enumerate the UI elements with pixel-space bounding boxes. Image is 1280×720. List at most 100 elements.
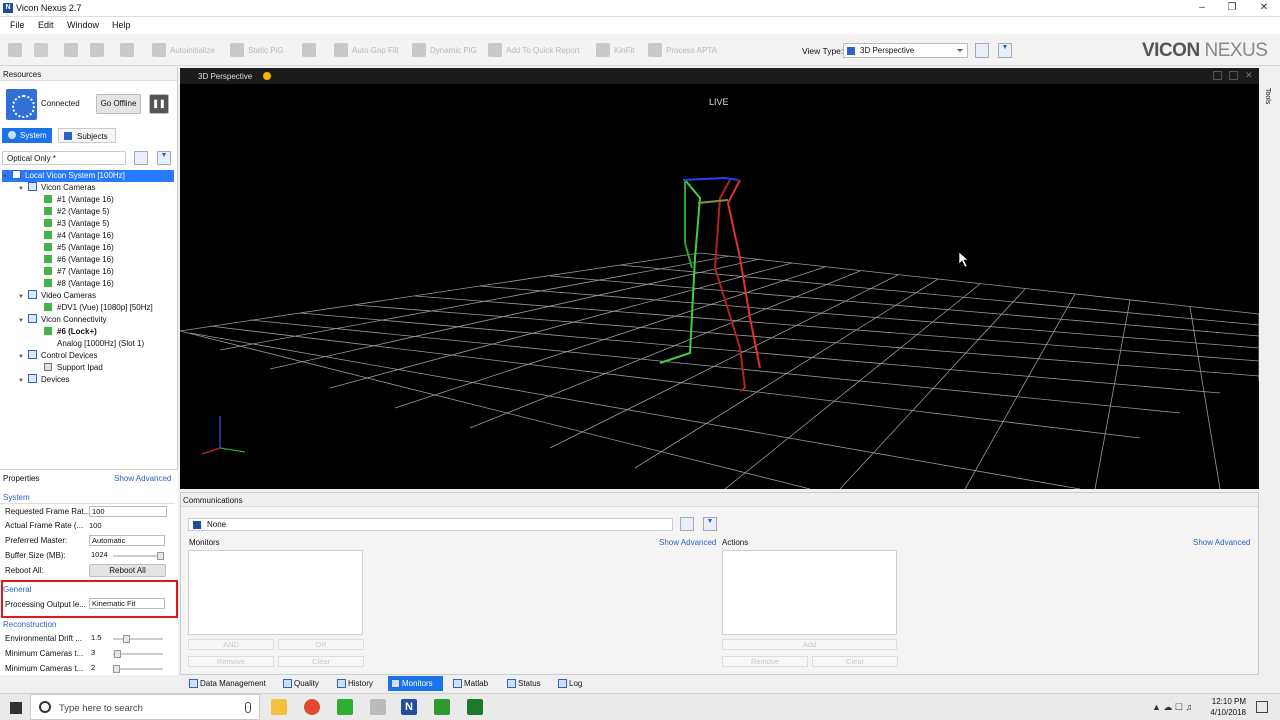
viewport-close-icon[interactable]: ✕ — [1245, 70, 1253, 81]
tree-item-lock[interactable]: #6 (Lock+) — [44, 326, 97, 338]
min-cameras-grow-value[interactable]: 2 — [89, 663, 111, 674]
tab-subjects[interactable]: Subjects — [58, 128, 116, 143]
tree-item-camera-5[interactable]: #5 (Vantage 16) — [44, 242, 114, 254]
autoinitialize-button[interactable]: Autoinitialize — [152, 42, 215, 58]
close-trial-icon[interactable] — [34, 42, 52, 58]
auto-gap-fill-button[interactable]: Auto Gap Fill — [334, 42, 398, 58]
min-cameras-start-value[interactable]: 3 — [89, 648, 111, 659]
save-view-icon[interactable] — [975, 43, 989, 58]
environmental-drift-slider[interactable] — [113, 635, 163, 643]
buffer-size-value[interactable]: 1024 — [89, 550, 111, 561]
clear-monitor-button[interactable]: Clear — [278, 656, 364, 667]
buffer-size-slider[interactable] — [113, 552, 164, 560]
pause-button[interactable]: ❚❚ — [149, 94, 169, 114]
tab-history[interactable]: History — [334, 676, 380, 691]
go-offline-button[interactable]: Go Offline — [96, 94, 141, 114]
clear-action-button[interactable]: Clear — [812, 656, 898, 667]
tree-item-camera-7[interactable]: #7 (Vantage 16) — [44, 266, 114, 278]
redo-icon[interactable] — [90, 42, 108, 58]
menu-edit[interactable]: Edit — [38, 20, 54, 30]
app-c2-icon[interactable] — [467, 699, 483, 715]
save-filter-icon[interactable] — [134, 151, 148, 165]
tree-item-vicon-connectivity[interactable]: ▼ Vicon Connectivity — [18, 314, 107, 326]
actions-show-advanced-link[interactable]: Show Advanced — [1193, 538, 1250, 547]
communications-select[interactable]: None — [188, 518, 673, 531]
tab-status[interactable]: Status — [504, 676, 546, 691]
tools-icon[interactable] — [120, 42, 138, 58]
taskbar-search-box[interactable]: Type here to search — [30, 694, 260, 720]
remove-monitor-button[interactable]: Remove — [188, 656, 274, 667]
min-cameras-grow-slider-handle[interactable] — [113, 665, 120, 673]
viewport-settings-icon[interactable] — [263, 72, 271, 80]
tab-quality[interactable]: Quality — [280, 676, 326, 691]
monitors-list[interactable] — [188, 550, 363, 635]
tree-item-video-cameras[interactable]: ▼ Video Cameras — [18, 290, 96, 302]
processing-output-select[interactable]: Kinematic Fit — [89, 598, 165, 609]
tree-item-camera-4[interactable]: #4 (Vantage 16) — [44, 230, 114, 242]
tab-data-management[interactable]: Data Management — [186, 676, 272, 691]
restore-button[interactable]: ❐ — [1218, 1, 1246, 15]
viewport-minimize-icon[interactable] — [1213, 71, 1222, 80]
add-to-quick-report-button[interactable]: Add To Quick Report — [488, 42, 580, 58]
environmental-drift-value[interactable]: 1.5 — [89, 633, 111, 644]
filter-options-icon[interactable]: ▼ — [157, 151, 171, 165]
min-cameras-start-slider-handle[interactable] — [114, 650, 121, 658]
monitors-show-advanced-link[interactable]: Show Advanced — [659, 538, 716, 547]
microphone-icon[interactable] — [245, 702, 251, 713]
app-c-icon[interactable] — [434, 699, 450, 715]
process-apta-button[interactable]: Process APTA — [648, 42, 717, 58]
tree-item-camera-6[interactable]: #6 (Vantage 16) — [44, 254, 114, 266]
actions-list[interactable] — [722, 550, 897, 635]
remove-action-button[interactable]: Remove — [722, 656, 808, 667]
add-action-button[interactable]: Add — [722, 639, 897, 650]
environmental-drift-slider-handle[interactable] — [123, 635, 130, 643]
tree-item-support-ipad[interactable]: Support Ipad — [44, 362, 103, 374]
tab-monitors[interactable]: Monitors — [388, 676, 443, 691]
tab-system[interactable]: System — [2, 128, 52, 143]
or-button[interactable]: OR — [278, 639, 364, 650]
3d-viewport[interactable] — [179, 68, 1260, 490]
tree-item-camera-2[interactable]: #2 (Vantage 5) — [44, 206, 109, 218]
app-gray-icon[interactable] — [370, 699, 386, 715]
dynamic-pig-button[interactable]: Dynamic PiG — [412, 42, 477, 58]
system-tray-icons[interactable]: ▲ ☁ ☐ ♫ — [1152, 702, 1192, 713]
pipeline-icon[interactable] — [302, 42, 320, 58]
clock-time[interactable]: 12:10 PM — [1200, 697, 1246, 706]
save-icon[interactable] — [8, 42, 26, 58]
menu-help[interactable]: Help — [112, 20, 131, 30]
undo-icon[interactable] — [64, 42, 82, 58]
buffer-size-slider-handle[interactable] — [157, 552, 164, 560]
reboot-all-button[interactable]: Reboot All — [89, 564, 166, 577]
tree-item-dv1[interactable]: #DV1 (Vue) [1080p] [50Hz] — [44, 302, 153, 314]
close-window-button[interactable]: ✕ — [1250, 1, 1278, 15]
tab-matlab[interactable]: Matlab — [450, 676, 495, 691]
viewport-tab-3d-perspective[interactable]: 3D Perspective — [198, 72, 252, 81]
min-cameras-grow-slider[interactable] — [113, 665, 163, 673]
clock-date[interactable]: 4/10/2018 — [1200, 708, 1246, 717]
windows-start-icon[interactable] — [10, 702, 22, 714]
app-green-icon[interactable] — [337, 699, 353, 715]
static-pig-button[interactable]: Static PiG — [230, 42, 284, 58]
tools-label[interactable]: Tools — [1264, 88, 1271, 104]
file-explorer-icon[interactable] — [271, 699, 287, 715]
tree-item-local-system[interactable]: ▼ Local Vicon System [100Hz] — [2, 170, 174, 182]
tree-item-control-devices[interactable]: ▼ Control Devices — [18, 350, 97, 362]
menu-file[interactable]: File — [10, 20, 25, 30]
menu-window[interactable]: Window — [67, 20, 99, 30]
view-type-select[interactable]: 3D Perspective — [843, 43, 968, 58]
min-cameras-start-slider[interactable] — [113, 650, 163, 658]
tree-item-camera-8[interactable]: #8 (Vantage 16) — [44, 278, 114, 290]
tree-item-camera-3[interactable]: #3 (Vantage 5) — [44, 218, 109, 230]
and-button[interactable]: AND — [188, 639, 274, 650]
nexus-taskbar-icon[interactable]: N — [401, 699, 417, 715]
kinfit-button[interactable]: KinFit — [596, 42, 634, 58]
notification-icon[interactable] — [1256, 701, 1268, 713]
view-options-icon[interactable]: ▼ — [998, 43, 1012, 58]
tree-item-vicon-cameras[interactable]: ▼ Vicon Cameras — [18, 182, 96, 194]
requested-frame-rate-field[interactable]: 100 — [89, 506, 167, 517]
properties-show-advanced-link[interactable]: Show Advanced — [114, 474, 171, 483]
minimize-button[interactable]: – — [1188, 1, 1216, 15]
filter-select[interactable]: Optical Only * — [2, 151, 126, 165]
preferred-master-select[interactable]: Automatic — [89, 535, 165, 546]
save-monitors-icon[interactable] — [680, 517, 694, 531]
